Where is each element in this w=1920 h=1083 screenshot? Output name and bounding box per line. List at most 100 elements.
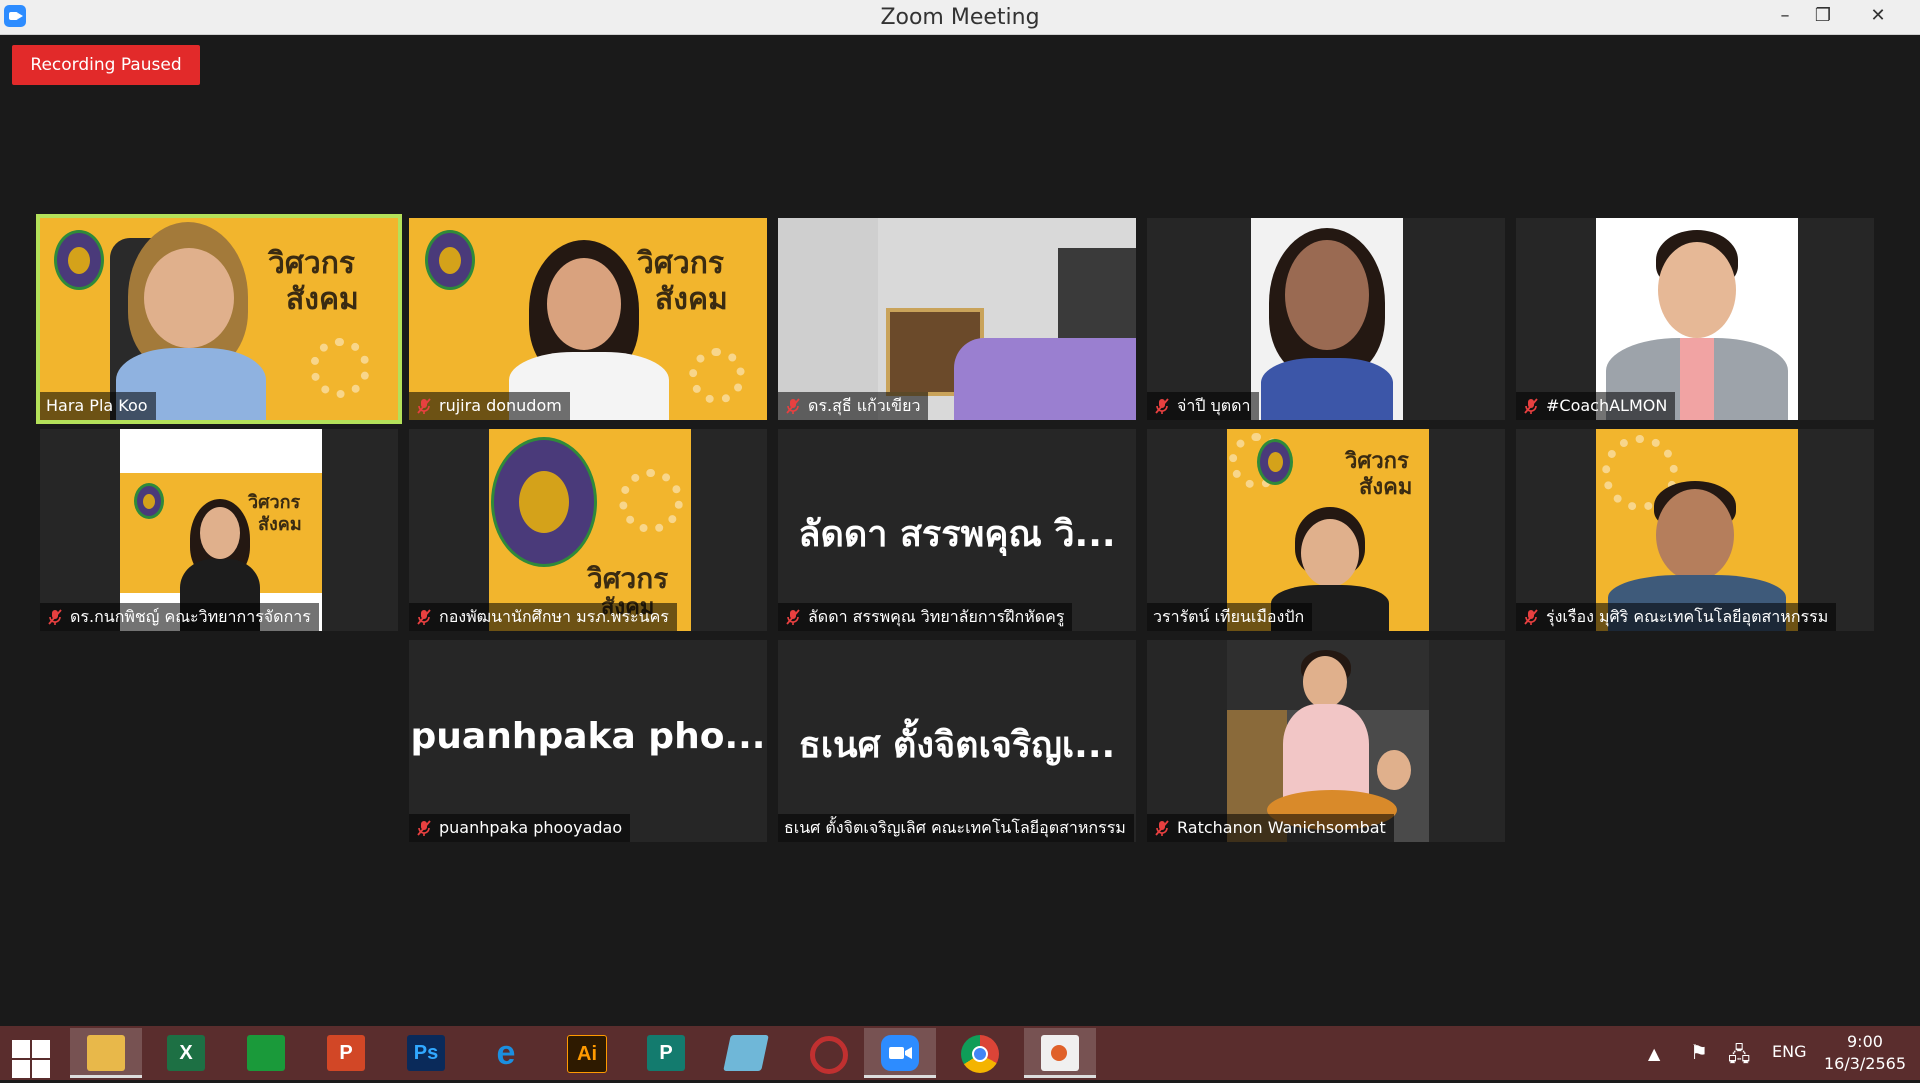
clock-time: 9:00: [1847, 1032, 1883, 1051]
clock-date: 16/3/2565: [1823, 1054, 1906, 1073]
participant-video: [1227, 640, 1429, 842]
participant-name: ดร.กนกพิชญ์ คณะวิทยาการจัดการ: [40, 603, 319, 631]
paint-button[interactable]: [1024, 1028, 1096, 1078]
network-icon[interactable]: 🖧: [1728, 1040, 1750, 1074]
folder-icon: [87, 1035, 125, 1071]
gear-icon: [619, 469, 683, 533]
participant-video: วิศวกร สังคม: [40, 218, 398, 420]
participant-tile[interactable]: วิศวกร สังคม กองพัฒนานักศึกษา มรภ.พระนคร: [409, 429, 767, 631]
paint-icon: [1041, 1035, 1079, 1071]
participant-tile[interactable]: ธเนศ ตั้งจิตเจริญเ... ธเนศ ตั้งจิตเจริญเ…: [778, 640, 1136, 842]
participant-name: #CoachALMON: [1516, 392, 1676, 420]
participant-display-name: puanhpaka pho...: [410, 716, 766, 757]
chrome-button[interactable]: [944, 1028, 1016, 1078]
mic-muted-icon: [1524, 609, 1538, 625]
recording-paused-badge[interactable]: Recording Paused: [12, 45, 200, 85]
participant-display-name: ธเนศ ตั้งจิตเจริญเ...: [798, 725, 1116, 766]
publisher-icon: P: [647, 1035, 685, 1071]
maximize-button[interactable]: ❐: [1800, 0, 1846, 34]
participant-name: rujira donudom: [409, 392, 570, 420]
participant-tile[interactable]: puanhpaka pho... puanhpaka phooyadao: [409, 640, 767, 842]
action-center-flag-icon[interactable]: ⚑: [1690, 1040, 1708, 1064]
file-explorer-button[interactable]: [70, 1028, 142, 1078]
participant-name: ธเนศ ตั้งจิตเจริญเลิศ คณะเทคโนโลยีอุตสาห…: [778, 814, 1134, 842]
notepad-icon: [723, 1035, 769, 1071]
university-logo-icon: [1257, 439, 1293, 485]
input-language[interactable]: ENG: [1772, 1042, 1806, 1061]
poster-subtitle: สังคม: [258, 514, 302, 535]
zoom-icon: [881, 1035, 919, 1071]
taskbar: X P Ps e Ai P ▲ ⚑ 🖧 ENG 9:00 16/3/2565: [0, 1026, 1920, 1080]
participant-name: จ่าปี บุตดา: [1147, 392, 1259, 420]
participant-video: [1596, 429, 1798, 631]
participant-name: Ratchanon Wanichsombat: [1147, 814, 1394, 842]
participant-video: วิศวกร สังคม: [489, 429, 691, 631]
participant-tile[interactable]: จ่าปี บุตดา: [1147, 218, 1505, 420]
mic-muted-icon: [1155, 820, 1169, 836]
gear-icon: [689, 348, 745, 404]
powerpoint-button[interactable]: P: [310, 1028, 382, 1078]
participant-tile[interactable]: #CoachALMON: [1516, 218, 1874, 420]
participant-video: [1251, 218, 1403, 420]
zoom-button[interactable]: [864, 1028, 936, 1078]
participant-tile[interactable]: รุ่งเรือง มุศิริ คณะเทคโนโลยีอุตสาหกรรม: [1516, 429, 1874, 631]
store-button[interactable]: [230, 1028, 302, 1078]
notepad-button[interactable]: [710, 1028, 782, 1078]
windows-start-icon[interactable]: [12, 1040, 52, 1080]
participant-name: ดร.สุธี แก้วเขียว: [778, 392, 929, 420]
university-logo-icon: [425, 230, 475, 290]
photoshop-button[interactable]: Ps: [390, 1028, 462, 1078]
participant-video: วิศวกร สังคม: [1227, 429, 1429, 631]
participant-video: [778, 218, 1136, 420]
window-title: Zoom Meeting: [880, 5, 1040, 30]
system-clock[interactable]: 9:00 16/3/2565: [1824, 1031, 1906, 1075]
title-bar: Zoom Meeting – ❐ ✕: [0, 0, 1920, 35]
participant-tile[interactable]: วิศวกร สังคม rujira donudom: [409, 218, 767, 420]
participant-tile[interactable]: วิศวกร สังคม ดร.กนกพิชญ์ คณะวิทยาการจัดก…: [40, 429, 398, 631]
participant-name: puanhpaka phooyadao: [409, 814, 631, 842]
university-logo-icon: [54, 230, 104, 290]
mic-muted-icon: [417, 820, 431, 836]
photoscape-icon: [810, 1036, 848, 1074]
participant-tile[interactable]: ลัดดา สรรพคุณ วิ... ลัดดา สรรพคุณ วิทยาล…: [778, 429, 1136, 631]
store-icon: [247, 1035, 285, 1071]
internet-explorer-icon: e: [496, 1034, 516, 1072]
participant-video: [1596, 218, 1798, 420]
powerpoint-icon: P: [327, 1035, 365, 1071]
poster-subtitle: สังคม: [1359, 474, 1413, 500]
mic-muted-icon: [786, 609, 800, 625]
excel-button[interactable]: X: [150, 1028, 222, 1078]
gear-icon: [310, 338, 370, 398]
chrome-icon: [961, 1035, 999, 1073]
illustrator-icon: Ai: [567, 1035, 607, 1073]
participant-name: กองพัฒนานักศึกษา มรภ.พระนคร: [409, 603, 677, 631]
mic-muted-icon: [417, 398, 431, 414]
participant-name: รุ่งเรือง มุศิริ คณะเทคโนโลยีอุตสาหกรรม: [1516, 603, 1837, 631]
photoshop-icon: Ps: [407, 1035, 445, 1071]
photoscape-button[interactable]: [790, 1028, 862, 1078]
poster-subtitle: สังคม: [286, 282, 359, 317]
participant-video: วิศวกร สังคม: [120, 429, 322, 631]
mic-muted-icon: [417, 609, 431, 625]
poster-subtitle: สังคม: [655, 282, 728, 317]
university-logo-icon: [134, 483, 164, 519]
mic-muted-icon: [48, 609, 62, 625]
university-logo-icon: [491, 437, 597, 567]
participant-tile[interactable]: วิศวกร สังคม วรารัตน์ เทียนเมืองปัก: [1147, 429, 1505, 631]
participant-tile[interactable]: ดร.สุธี แก้วเขียว: [778, 218, 1136, 420]
participant-tile[interactable]: วิศวกร สังคม Hara Pla Koo: [36, 214, 402, 424]
participant-tile[interactable]: Ratchanon Wanichsombat: [1147, 640, 1505, 842]
publisher-button[interactable]: P: [630, 1028, 702, 1078]
mic-muted-icon: [1524, 398, 1538, 414]
mic-muted-icon: [1155, 398, 1169, 414]
internet-explorer-button[interactable]: e: [470, 1028, 542, 1078]
participant-video: วิศวกร สังคม: [409, 218, 767, 420]
participant-name: ลัดดา สรรพคุณ วิทยาลัยการฝึกหัดครู: [778, 603, 1073, 631]
participant-name: วรารัตน์ เทียนเมืองปัก: [1147, 603, 1313, 631]
show-hidden-icons-icon[interactable]: ▲: [1648, 1044, 1660, 1063]
excel-icon: X: [167, 1035, 205, 1071]
close-button[interactable]: ✕: [1850, 0, 1906, 34]
mic-muted-icon: [786, 398, 800, 414]
illustrator-button[interactable]: Ai: [550, 1028, 622, 1078]
participant-display-name: ลัดดา สรรพคุณ วิ...: [798, 514, 1116, 555]
